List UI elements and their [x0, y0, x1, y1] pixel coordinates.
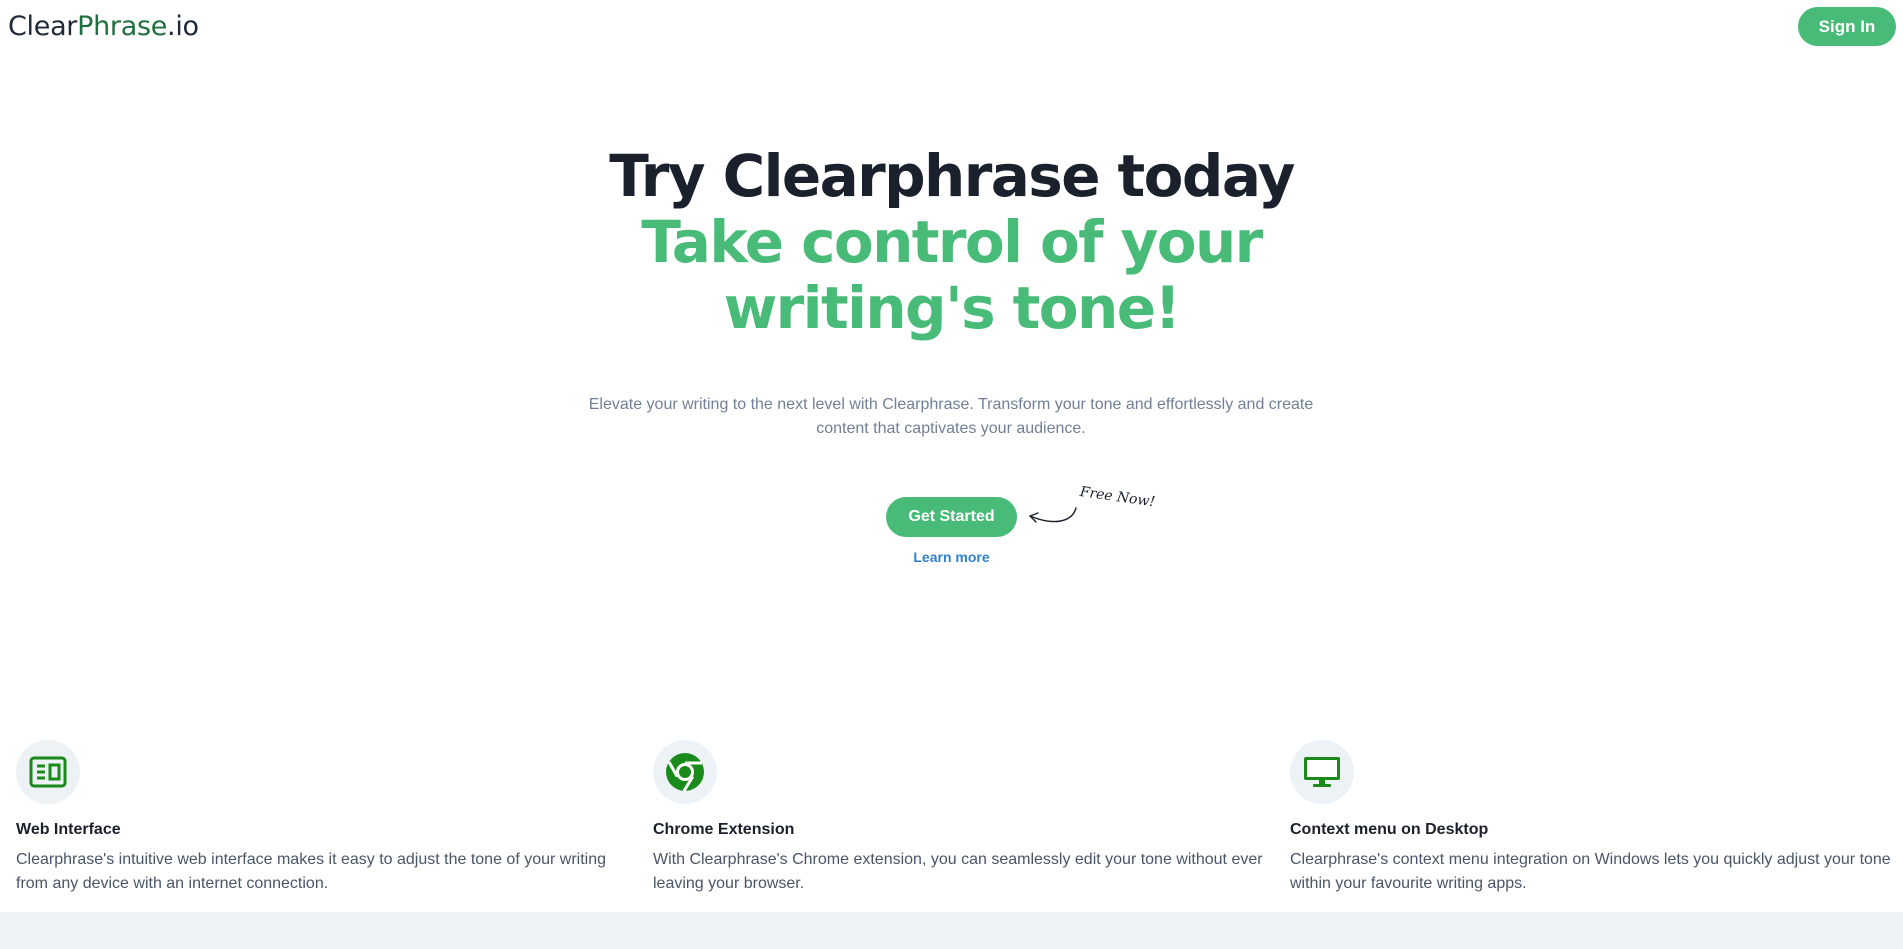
hero-subtitle: Elevate your writing to the next level w… [588, 396, 1314, 437]
hero-title-line3: writing's tone! [723, 274, 1181, 342]
desktop-icon [1304, 757, 1340, 787]
site-header: ClearPhrase.io Sign In [0, 0, 1903, 54]
logo-text-clear: Clear [8, 11, 78, 42]
get-started-button[interactable]: Get Started [886, 497, 1017, 537]
feature-icon-circle [16, 740, 80, 804]
feature-web-interface: Web Interface Clearphrase's intuitive we… [16, 740, 626, 896]
curved-arrow-icon [1029, 507, 1077, 523]
logo-text-io: .io [167, 11, 199, 42]
feature-context-menu: Context menu on Desktop Clearphrase's co… [1290, 740, 1900, 896]
hero-title-line1: Try Clearphrase today [609, 142, 1295, 210]
feature-title: Chrome Extension [653, 821, 795, 838]
feature-description: Clearphrase's intuitive web interface ma… [16, 851, 607, 892]
footer-band [0, 912, 1903, 949]
feature-icon-circle [653, 740, 717, 804]
logo[interactable]: ClearPhrase.io [8, 9, 199, 45]
web-interface-icon [29, 756, 67, 788]
feature-title: Context menu on Desktop [1290, 821, 1489, 838]
free-now-label: Free Now! [1078, 484, 1156, 511]
feature-description: Clearphrase's context menu integration o… [1290, 851, 1891, 892]
chrome-icon [666, 753, 704, 792]
feature-chrome-extension: Chrome Extension With Clearphrase's Chro… [653, 740, 1263, 896]
hero-title-line2: Take control of your [641, 208, 1263, 276]
feature-icon-circle [1290, 740, 1354, 804]
feature-description: With Clearphrase's Chrome extension, you… [653, 851, 1263, 892]
feature-title: Web Interface [16, 821, 121, 838]
logo-text-phrase: Phrase [77, 11, 168, 42]
learn-more-link[interactable]: Learn more [0, 549, 1903, 565]
sign-in-button[interactable]: Sign In [1798, 7, 1896, 46]
